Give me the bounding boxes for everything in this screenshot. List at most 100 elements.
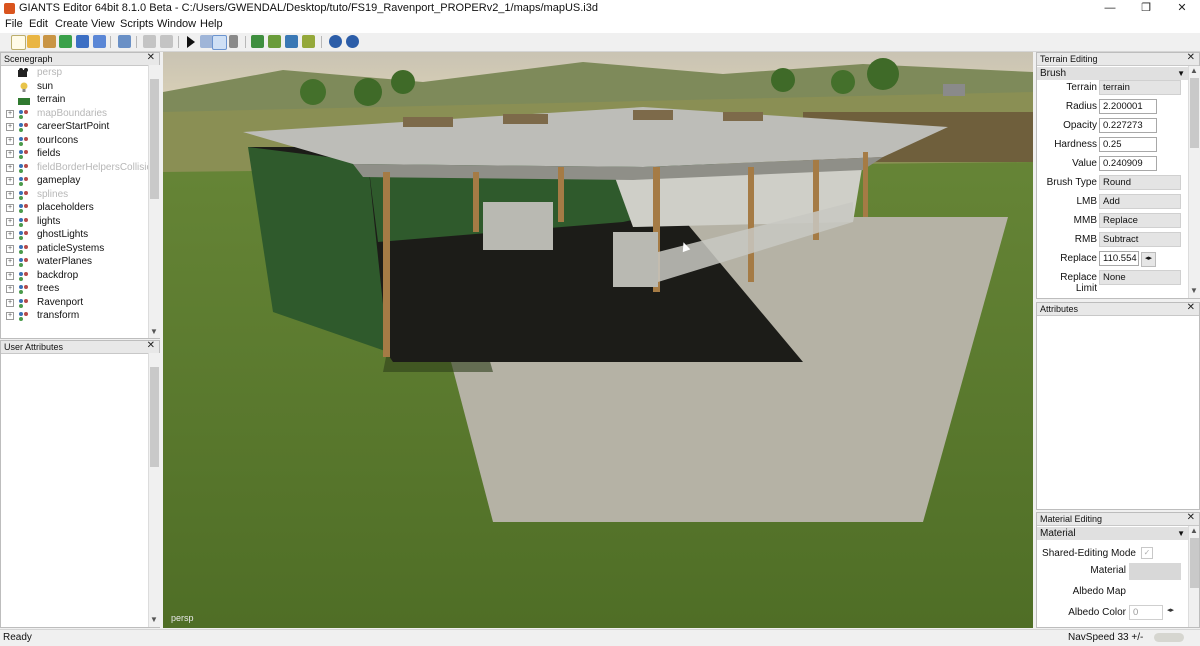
scroll-down-arrow-icon[interactable]: ▼ <box>1190 286 1198 295</box>
brush-field-spinbox[interactable]: 110.554 <box>1099 251 1139 266</box>
new-file-icon[interactable] <box>11 35 26 50</box>
scroll-down-arrow-icon[interactable]: ▼ <box>150 615 158 624</box>
object-paint-icon[interactable] <box>302 35 315 48</box>
expand-toggle-icon[interactable]: + <box>6 217 14 226</box>
brush-field-input[interactable]: 0.240909 <box>1099 156 1157 171</box>
menu-help[interactable]: Help <box>200 18 223 30</box>
expand-toggle-icon[interactable]: + <box>6 244 14 253</box>
brush-field-dropdown[interactable]: Add <box>1099 194 1181 209</box>
terrain-editing-close-button[interactable]: ✕ <box>1187 52 1195 64</box>
tree-item[interactable]: + splines <box>1 188 148 202</box>
scrollbar-thumb[interactable] <box>150 79 159 199</box>
expand-toggle-icon[interactable]: + <box>6 177 14 185</box>
scenegraph-scrollbar[interactable]: ▼ <box>148 65 160 338</box>
minimize-button[interactable]: — <box>1092 0 1128 17</box>
shared-editing-mode-checkbox[interactable]: ✓ <box>1141 547 1153 559</box>
scrollbar-thumb[interactable] <box>1190 538 1199 588</box>
magnet-icon[interactable] <box>229 35 238 48</box>
scrollbar-thumb[interactable] <box>150 367 159 467</box>
brush-section-header[interactable]: Brush ▼ <box>1037 67 1188 80</box>
foliage-paint-icon[interactable] <box>285 35 298 48</box>
brush-field-dropdown[interactable]: None <box>1099 270 1181 285</box>
brush-field-dropdown[interactable]: Subtract <box>1099 232 1181 247</box>
spin-arrows-icon[interactable]: ◂▸ <box>1167 606 1174 614</box>
terrain-paint-icon[interactable] <box>268 35 281 48</box>
material-section-header[interactable]: Material ▼ <box>1037 527 1188 540</box>
menu-create[interactable]: Create <box>55 18 88 30</box>
menu-view[interactable]: View <box>91 18 115 30</box>
undo-icon[interactable] <box>143 35 156 48</box>
user-attributes-scrollbar[interactable]: ▼ <box>148 353 160 627</box>
material-editing-close-button[interactable]: ✕ <box>1187 513 1195 524</box>
tree-item[interactable]: + paticleSystems <box>1 242 148 256</box>
scroll-down-arrow-icon[interactable]: ▼ <box>150 327 158 336</box>
tree-item[interactable]: + gameplay <box>1 174 148 188</box>
import-icon[interactable] <box>43 35 56 48</box>
expand-toggle-icon[interactable]: + <box>6 190 14 199</box>
brush-field-dropdown[interactable]: terrain <box>1099 80 1181 95</box>
brush-field-input[interactable]: 0.25 <box>1099 137 1157 152</box>
move-tool-icon[interactable] <box>212 35 227 50</box>
resize-grip-icon[interactable] <box>1154 633 1184 642</box>
expand-toggle-icon[interactable]: + <box>6 312 14 320</box>
scroll-up-arrow-icon[interactable]: ▲ <box>1190 66 1198 75</box>
menu-scripts[interactable]: Scripts <box>120 18 154 30</box>
tree-item[interactable]: + mapBoundaries <box>1 107 148 121</box>
tree-item[interactable]: + placeholders <box>1 201 148 215</box>
tree-item[interactable]: persp <box>1 66 148 80</box>
brush-field-dropdown[interactable]: Round <box>1099 175 1181 190</box>
tree-item[interactable]: + backdrop <box>1 269 148 283</box>
tree-item[interactable]: + fieldBorderHelpersCollisio <box>1 161 148 175</box>
viewport-3d[interactable]: persp <box>163 52 1033 628</box>
expand-toggle-icon[interactable]: + <box>6 150 14 158</box>
settings-icon[interactable] <box>346 35 359 48</box>
globe-icon[interactable] <box>329 35 342 48</box>
brush-field-input[interactable]: 2.200001 <box>1099 99 1157 114</box>
reload-icon[interactable] <box>59 35 72 48</box>
close-button[interactable]: ✕ <box>1164 0 1200 17</box>
scrollbar-thumb[interactable] <box>1190 78 1199 148</box>
menu-edit[interactable]: Edit <box>29 18 48 30</box>
expand-toggle-icon[interactable]: + <box>6 123 14 131</box>
albedo-color-input[interactable]: 0 <box>1129 605 1163 620</box>
expand-toggle-icon[interactable]: + <box>6 231 14 239</box>
spin-arrows-icon[interactable]: ◂▸ <box>1141 252 1156 267</box>
material-slot[interactable] <box>1129 563 1181 580</box>
tree-item[interactable]: sun <box>1 80 148 94</box>
save-as-icon[interactable] <box>93 35 106 48</box>
terrain-sculpt-icon[interactable] <box>251 35 264 48</box>
brush-field-input[interactable]: 0.227273 <box>1099 118 1157 133</box>
brush-field-dropdown[interactable]: Replace <box>1099 213 1181 228</box>
maximize-button[interactable]: ❐ <box>1128 0 1164 17</box>
expand-toggle-icon[interactable]: + <box>6 258 14 266</box>
tree-item[interactable]: + transform <box>1 309 148 323</box>
expand-toggle-icon[interactable]: + <box>6 109 14 118</box>
expand-toggle-icon[interactable]: + <box>6 285 14 293</box>
redo-icon[interactable] <box>160 35 173 48</box>
collapse-arrow-icon[interactable]: ▼ <box>1177 527 1185 540</box>
tree-item[interactable]: + careerStartPoint <box>1 120 148 134</box>
menu-file[interactable]: File <box>5 18 23 30</box>
tree-item[interactable]: + Ravenport <box>1 296 148 310</box>
save-icon[interactable] <box>76 35 89 48</box>
tree-item[interactable]: + ghostLights <box>1 228 148 242</box>
expand-toggle-icon[interactable]: + <box>6 298 14 307</box>
tree-item[interactable]: + lights <box>1 215 148 229</box>
user-attributes-close-button[interactable]: ✕ <box>147 340 155 352</box>
open-folder-icon[interactable] <box>27 35 40 48</box>
tree-item[interactable]: + tourIcons <box>1 134 148 148</box>
collapse-arrow-icon[interactable]: ▼ <box>1177 67 1185 80</box>
tree-item[interactable]: + fields <box>1 147 148 161</box>
expand-toggle-icon[interactable]: + <box>6 136 14 145</box>
expand-toggle-icon[interactable]: + <box>6 271 14 280</box>
tree-item[interactable]: + trees <box>1 282 148 296</box>
export-icon[interactable] <box>118 35 131 48</box>
attributes-close-button[interactable]: ✕ <box>1187 302 1195 314</box>
tree-item[interactable]: terrain <box>1 93 148 107</box>
menu-window[interactable]: Window <box>157 18 196 30</box>
play-icon[interactable] <box>187 36 195 48</box>
material-editing-scrollbar[interactable]: ▲ <box>1188 526 1199 627</box>
scroll-up-arrow-icon[interactable]: ▲ <box>1190 526 1198 535</box>
expand-toggle-icon[interactable]: + <box>6 204 14 212</box>
expand-toggle-icon[interactable]: + <box>6 163 14 172</box>
